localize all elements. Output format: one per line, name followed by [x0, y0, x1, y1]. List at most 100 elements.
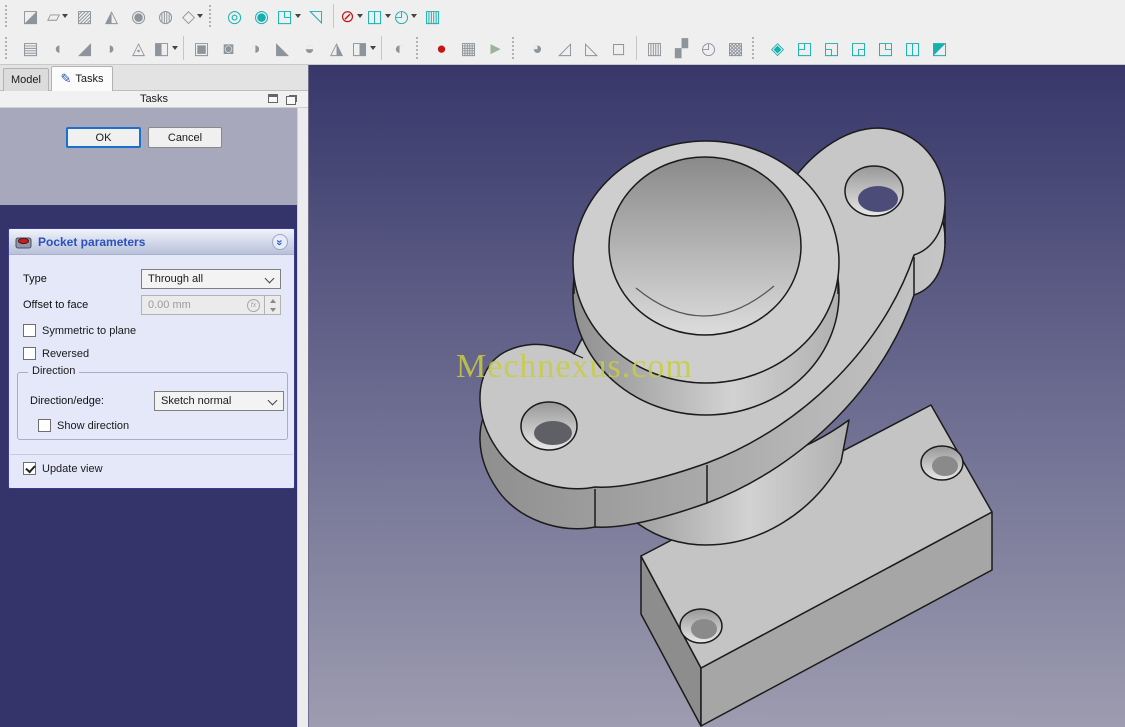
axonometric-view-button[interactable]: ◳	[275, 3, 302, 29]
zoom-selection-button[interactable]: ◉	[248, 3, 275, 29]
create-sketch-dropdown-arrow[interactable]	[62, 14, 69, 18]
sync-view-icon: ◴	[394, 6, 409, 26]
align-view-to-plane-button[interactable]: ◹	[302, 3, 329, 29]
subtractive-helix-icon: ◮	[329, 38, 344, 58]
groove-button[interactable]: ◑	[242, 35, 269, 61]
separator-line	[10, 454, 293, 455]
3d-viewport[interactable]: Mechnexus.com	[308, 65, 1125, 727]
pocket-button[interactable]: ▣	[188, 35, 215, 61]
update-view-checkbox[interactable]	[23, 462, 36, 475]
view-top-button[interactable]: ◱	[818, 35, 845, 61]
revolution-icon: ◖	[52, 38, 63, 58]
tab-model[interactable]: Model	[3, 68, 49, 91]
plate-hole-right-bottom	[932, 456, 958, 476]
pocket-parameters-header[interactable]: Pocket parameters «	[9, 229, 294, 255]
edit-sketch-button[interactable]: ▨	[71, 3, 98, 29]
clipping-plane-button[interactable]: ⊘	[338, 3, 365, 29]
view-isometric-button[interactable]: ◈	[764, 35, 791, 61]
mirrored-button[interactable]: ▞	[668, 35, 695, 61]
shape-binder-button[interactable]: ◉	[125, 3, 152, 29]
subtractive-helix-button[interactable]: ◮	[323, 35, 350, 61]
boolean-operation-icon: ◐	[394, 38, 405, 58]
hole-button[interactable]: ◙	[215, 35, 242, 61]
reversed-checkbox[interactable]	[23, 347, 36, 360]
task-dialog-button-band: OK Cancel	[0, 108, 297, 205]
symmetric-to-plane-checkbox[interactable]	[23, 324, 36, 337]
toolbar-handle	[5, 5, 13, 27]
revolution-button[interactable]: ◖	[44, 35, 71, 61]
edit-sketch-icon: ▨	[76, 6, 93, 26]
additive-primitive-button[interactable]: ◧	[152, 35, 179, 61]
shape-binder-icon: ◉	[131, 6, 146, 26]
clone-button[interactable]: ◍	[152, 3, 179, 29]
3d-scene[interactable]: Mechnexus.com	[309, 65, 1125, 727]
thickness-button[interactable]: ◻	[605, 35, 632, 61]
axonometric-view-icon: ◳	[276, 6, 293, 26]
view-isometric-icon: ◈	[770, 38, 785, 58]
sync-view-button[interactable]: ◴	[392, 3, 419, 29]
macro-play-button[interactable]: ►	[482, 35, 509, 61]
create-datum-button[interactable]: ◇	[179, 3, 206, 29]
view-left-button[interactable]: ◩	[926, 35, 953, 61]
cancel-button[interactable]: Cancel	[148, 127, 222, 148]
create-datum-dropdown-arrow[interactable]	[197, 14, 204, 18]
clone-icon: ◍	[158, 6, 173, 26]
draw-style-cube-button[interactable]: ◫	[365, 3, 392, 29]
collapse-section-button[interactable]: «	[272, 234, 288, 250]
view-front-button[interactable]: ◰	[791, 35, 818, 61]
chamfer-button[interactable]: ◿	[551, 35, 578, 61]
dock-tab-bar: Model ✎ Tasks	[0, 65, 308, 91]
sync-view-dropdown-arrow[interactable]	[410, 14, 417, 18]
subtractive-primitive-button[interactable]: ◨	[350, 35, 377, 61]
view-bottom-button[interactable]: ◫	[899, 35, 926, 61]
pad-button[interactable]: ▤	[17, 35, 44, 61]
linear-pattern-button[interactable]: ▥	[641, 35, 668, 61]
subtractive-pipe-button[interactable]: ◒	[296, 35, 323, 61]
direction-edge-combobox[interactable]: Sketch normal	[154, 391, 284, 411]
subtractive-loft-button[interactable]: ◣	[269, 35, 296, 61]
additive-loft-button[interactable]: ◢	[71, 35, 98, 61]
direction-edge-label: Direction/edge:	[30, 395, 104, 407]
polar-pattern-button[interactable]: ◴	[695, 35, 722, 61]
float-panel-icon[interactable]	[286, 96, 296, 105]
view-right-button[interactable]: ◲	[845, 35, 872, 61]
subtractive-primitive-dropdown-arrow[interactable]	[369, 46, 376, 50]
subtractive-pipe-icon: ◒	[304, 38, 315, 58]
axonometric-view-dropdown-arrow[interactable]	[294, 14, 301, 18]
groove-icon: ◑	[250, 38, 261, 58]
type-combobox[interactable]: Through all	[141, 269, 281, 289]
fillet-button[interactable]: ◕	[524, 35, 551, 61]
clipping-plane-icon: ⊘	[340, 6, 355, 26]
tab-tasks[interactable]: ✎ Tasks	[51, 66, 113, 91]
clipping-plane-dropdown-arrow[interactable]	[356, 14, 363, 18]
tab-tasks-label: Tasks	[75, 73, 104, 85]
multitransform-button[interactable]: ▩	[722, 35, 749, 61]
chamfer-icon: ◿	[557, 38, 572, 58]
macro-record-button[interactable]: ●	[428, 35, 455, 61]
show-direction-checkbox[interactable]	[38, 419, 51, 432]
boolean-operation-button[interactable]: ◐	[386, 35, 413, 61]
macro-edit-button[interactable]: ▦	[455, 35, 482, 61]
additive-pipe-button[interactable]: ◗	[98, 35, 125, 61]
draft-button[interactable]: ◺	[578, 35, 605, 61]
toolbar-handle	[752, 37, 760, 59]
task-panel-scrollbar[interactable]	[297, 108, 308, 727]
additive-helix-button[interactable]: ◬	[125, 35, 152, 61]
measure-button[interactable]: ▥	[419, 3, 446, 29]
map-sketch-button[interactable]: ◭	[98, 3, 125, 29]
ok-button[interactable]: OK	[66, 127, 141, 148]
view-rear-button[interactable]: ◳	[872, 35, 899, 61]
tab-model-label: Model	[11, 74, 41, 86]
chevron-up-icon: «	[273, 238, 286, 246]
toolbar-separator	[381, 36, 382, 60]
create-sketch-button[interactable]: ▱	[44, 3, 71, 29]
create-body-button[interactable]: ◪	[17, 3, 44, 29]
reversed-label: Reversed	[42, 347, 90, 360]
fit-all-button[interactable]: ◎	[221, 3, 248, 29]
fit-all-icon: ◎	[227, 6, 242, 26]
dock-panel-icon[interactable]	[268, 94, 278, 103]
additive-primitive-dropdown-arrow[interactable]	[171, 46, 178, 50]
thickness-icon: ◻	[611, 38, 626, 58]
draw-style-cube-dropdown-arrow[interactable]	[384, 14, 391, 18]
direction-group-legend: Direction	[28, 365, 80, 377]
